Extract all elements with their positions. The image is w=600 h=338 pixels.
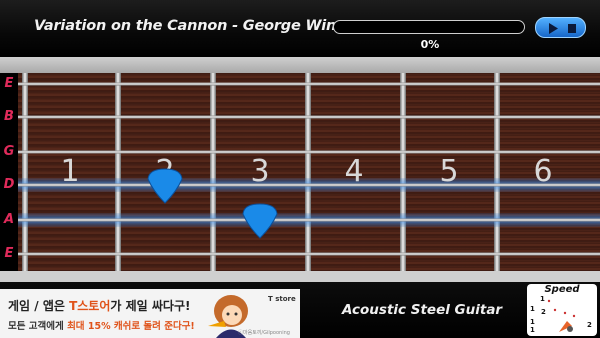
fretboard: 123456: [0, 73, 600, 271]
instrument-label: Acoustic Steel Guitar: [342, 302, 503, 318]
fretboard-bottom-rail: [0, 271, 600, 282]
fret-number: 6: [533, 154, 552, 189]
guitar-string: [18, 183, 600, 187]
progress-percent: 0%: [420, 38, 440, 51]
app-window: Variation on the Cannon - George Winston…: [0, 0, 600, 338]
string-label: G: [3, 144, 15, 159]
string-label: D: [3, 177, 15, 192]
play-stop-button[interactable]: [535, 17, 586, 38]
fret-wire: [22, 73, 28, 271]
fret-wire: [494, 73, 500, 271]
ad-brand: T store: [268, 295, 296, 303]
string-label: B: [4, 109, 14, 124]
fret-number: 1: [60, 154, 79, 189]
speed-control[interactable]: Speed 1 1 2 1 1 2: [527, 284, 597, 336]
speed-dial-icon[interactable]: [527, 284, 597, 336]
song-title: Variation on the Cannon - George Winston: [34, 18, 372, 34]
fretboard-top-rail: [0, 57, 600, 73]
fret-wire: [115, 73, 121, 271]
fret-wire: [305, 73, 311, 271]
stop-icon[interactable]: [568, 24, 576, 33]
ad-headline: 게임 / 앱은 T스토어가 제일 싸다구!: [8, 299, 191, 313]
header: Variation on the Cannon - George Winston…: [0, 0, 600, 57]
ad-banner[interactable]: 게임 / 앱은 T스토어가 제일 싸다구! 모든 고객에게 최대 15% 캐쉬로…: [0, 289, 300, 338]
play-icon[interactable]: [549, 23, 558, 34]
ad-credit: ⓒ마음토끼/Gilpooning: [238, 330, 290, 336]
string-label: A: [3, 212, 15, 227]
fret-number: 4: [344, 154, 363, 189]
fret-number: 5: [439, 154, 458, 189]
ad-subline: 모든 고객에게 최대 15% 캐쉬로 돌려 준다구!: [8, 321, 195, 332]
fret-wire: [210, 73, 216, 271]
guitar-string: [18, 218, 600, 222]
guitar-string: [18, 82, 600, 86]
guitar-string: [18, 150, 600, 154]
string-label: E: [4, 76, 14, 91]
progress-bar[interactable]: [333, 20, 525, 34]
guitar-string: [18, 115, 600, 119]
string-label: E: [4, 246, 14, 261]
fret-number: 3: [250, 154, 269, 189]
string-labels: E B G D A E: [0, 73, 18, 271]
guitar-string: [18, 252, 600, 256]
fret-wire: [400, 73, 406, 271]
